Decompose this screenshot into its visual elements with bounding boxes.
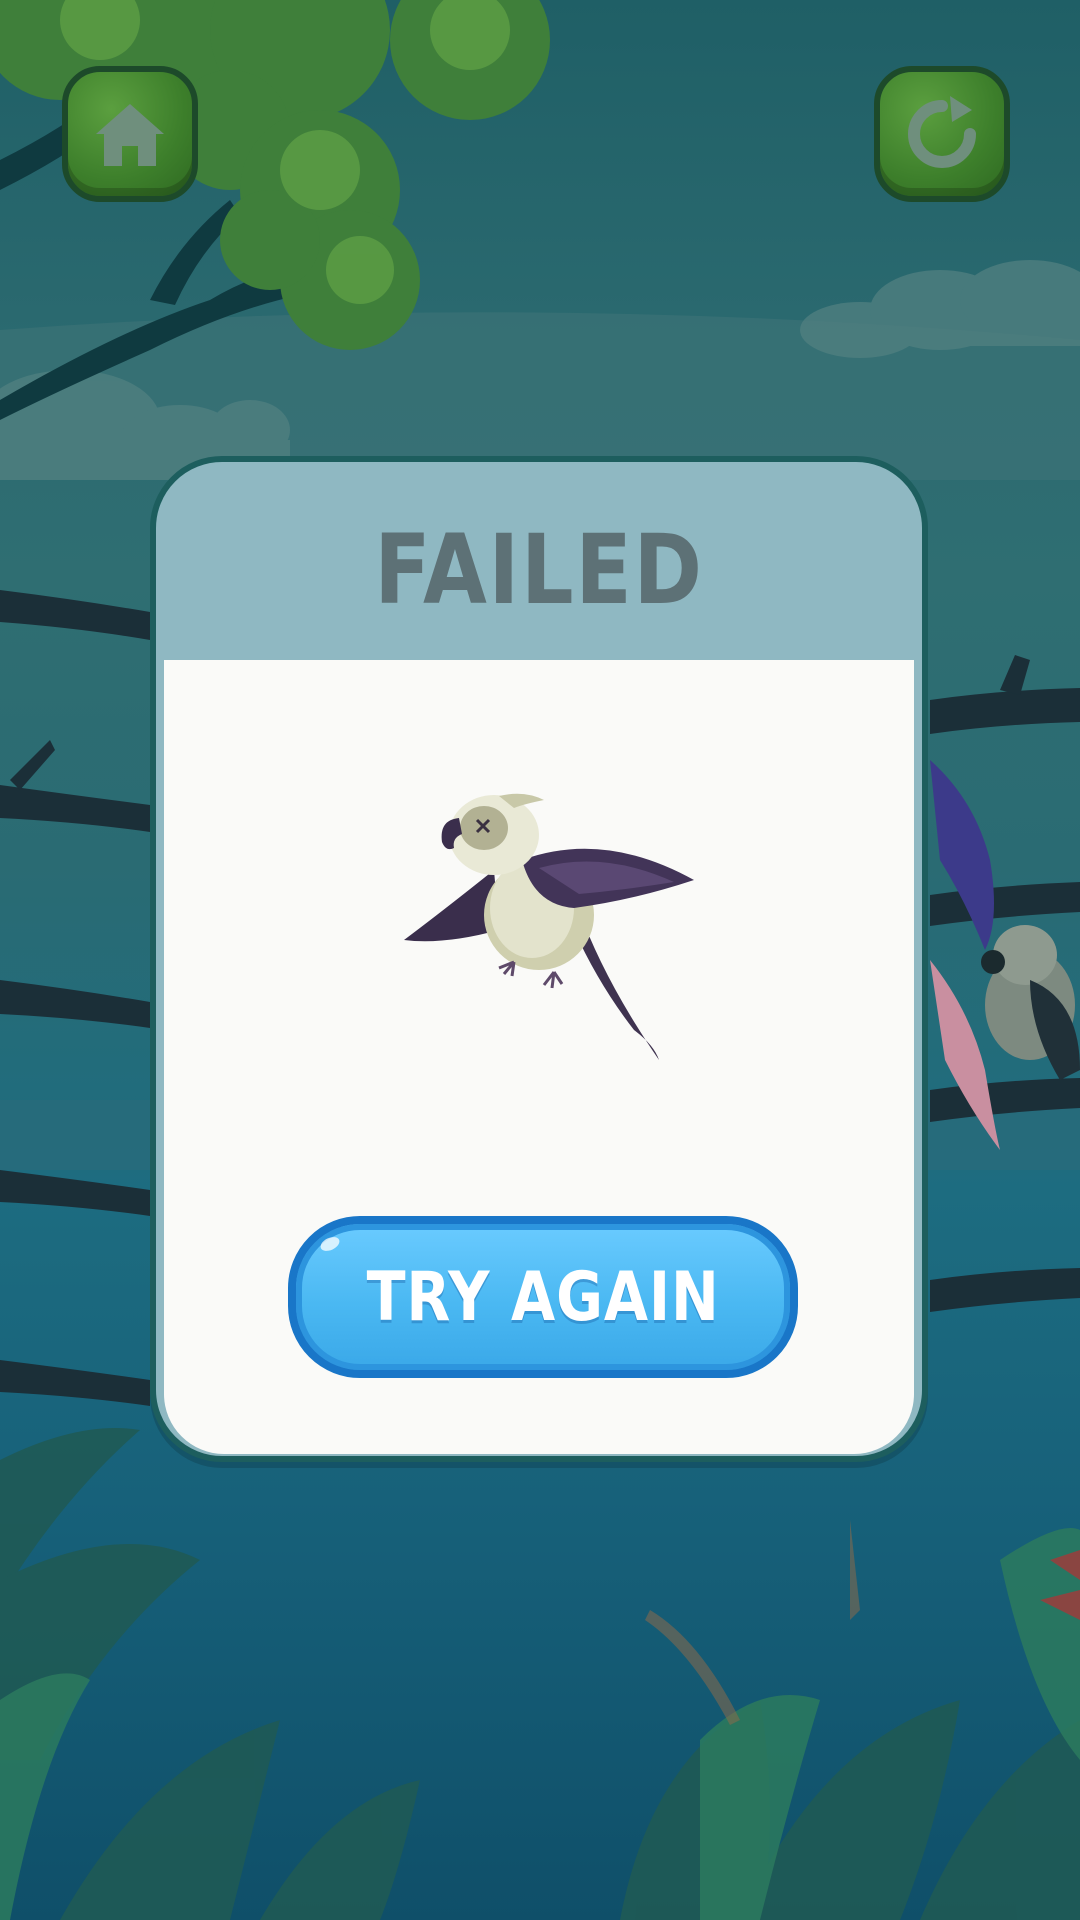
dialog-body: TRY AGAIN [164, 660, 914, 1454]
try-again-button[interactable]: TRY AGAIN [288, 1216, 798, 1378]
home-icon [96, 104, 164, 166]
button-gloss [318, 1234, 342, 1254]
dialog-title: FAILED [374, 514, 704, 626]
fainted-parrot-illustration [404, 793, 694, 1060]
failed-dialog: FAILED TRY AGAIN [150, 456, 928, 1462]
home-button[interactable] [62, 66, 198, 202]
restart-button[interactable] [874, 66, 1010, 202]
restart-icon [908, 96, 976, 168]
try-again-label: TRY AGAIN [366, 1257, 720, 1337]
